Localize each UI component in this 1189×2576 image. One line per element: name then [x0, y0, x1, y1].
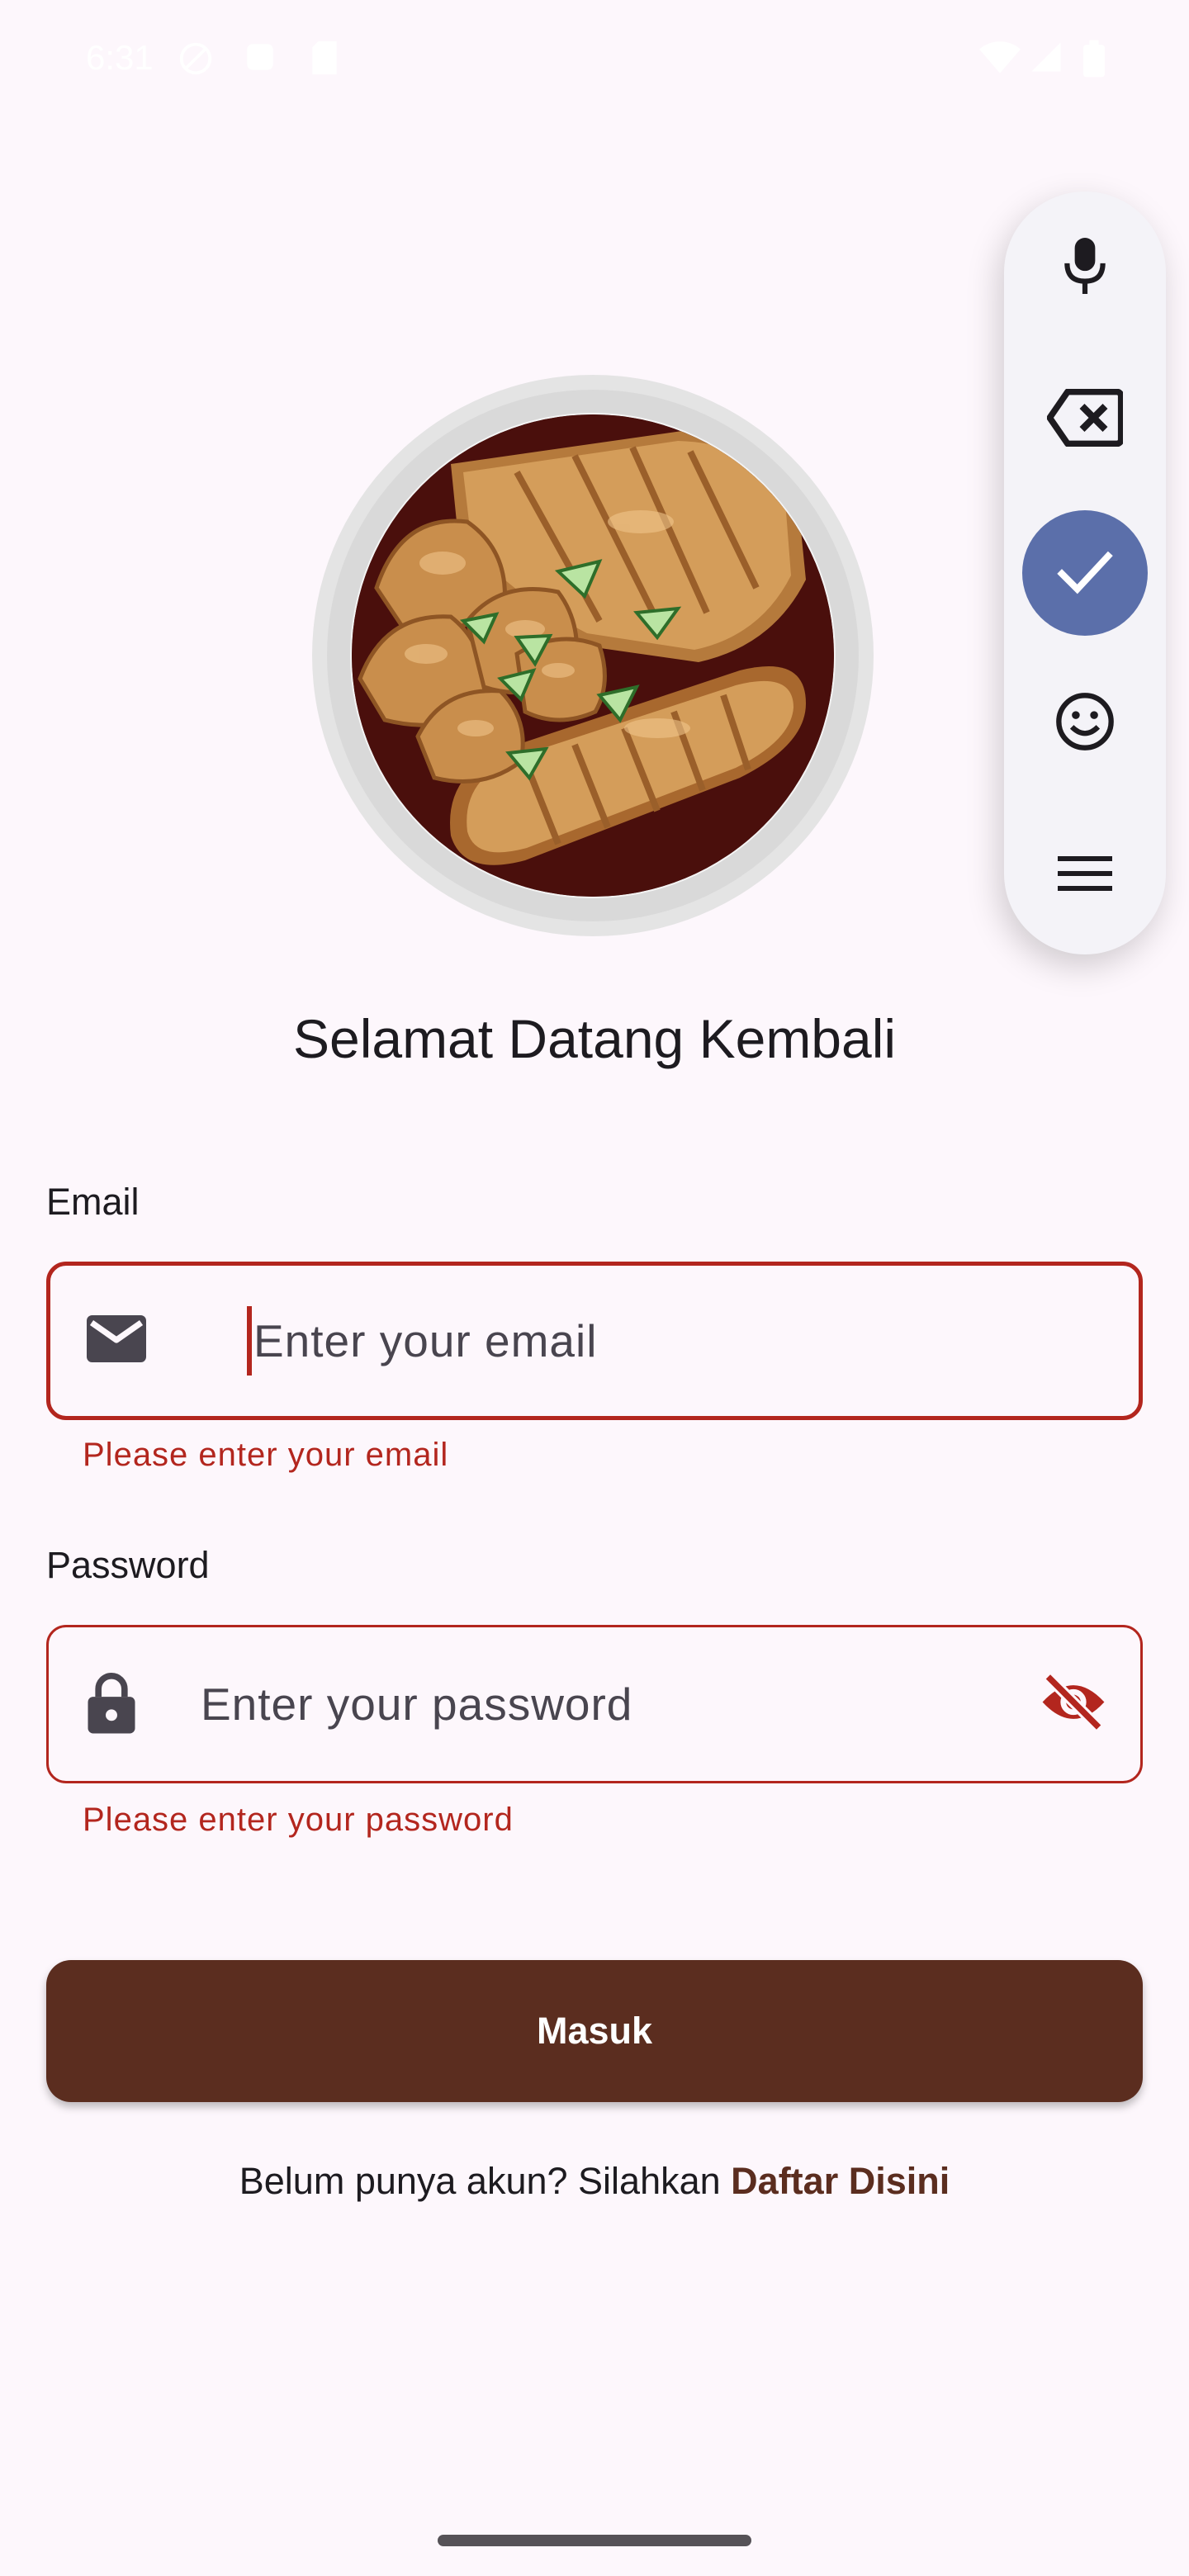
mic-button[interactable]	[1022, 205, 1148, 330]
check-icon	[1054, 548, 1116, 599]
floating-keyboard-toolbar	[1004, 192, 1166, 954]
no-sync-icon	[177, 40, 215, 82]
backspace-icon	[1046, 388, 1125, 451]
menu-button[interactable]	[1022, 812, 1148, 938]
login-button[interactable]: Masuk	[46, 1960, 1143, 2102]
signal-icon	[1029, 40, 1063, 78]
status-time: 6:31	[86, 38, 154, 77]
backspace-button[interactable]	[1022, 357, 1148, 482]
emoji-icon	[1054, 690, 1116, 757]
lock-icon	[85, 1671, 138, 1738]
register-prompt: Belum punya akun? Silahkan Daftar Disini	[0, 2160, 1189, 2203]
password-label: Password	[46, 1544, 210, 1586]
register-prompt-text: Belum punya akun? Silahkan	[239, 2160, 721, 2202]
mic-icon	[1063, 237, 1106, 298]
battery-icon	[1083, 40, 1105, 82]
home-indicator[interactable]	[438, 2535, 751, 2546]
register-link[interactable]: Daftar Disini	[731, 2160, 950, 2202]
emoji-button[interactable]	[1022, 661, 1148, 786]
email-error-message: Please enter your email	[83, 1437, 449, 1473]
password-error-message: Please enter your password	[83, 1802, 514, 1838]
email-placeholder: Enter your email	[253, 1315, 598, 1366]
email-field[interactable]: Enter your email	[46, 1262, 1143, 1420]
menu-icon	[1058, 854, 1112, 897]
password-field[interactable]: Enter your password	[46, 1625, 1143, 1783]
page-title: Selamat Datang Kembali	[292, 1008, 897, 1069]
mail-icon	[87, 1315, 146, 1367]
email-label: Email	[46, 1181, 140, 1223]
wifi-icon	[979, 40, 1021, 80]
password-placeholder: Enter your password	[201, 1679, 633, 1730]
sd-card-icon	[309, 40, 340, 80]
confirm-button[interactable]	[1022, 510, 1148, 636]
visibility-off-icon[interactable]	[1040, 1673, 1107, 1735]
text-cursor	[247, 1306, 252, 1376]
food-plate-illustration	[310, 373, 875, 938]
status-bar: 6:31	[0, 0, 1189, 116]
alarm-icon	[243, 40, 277, 78]
